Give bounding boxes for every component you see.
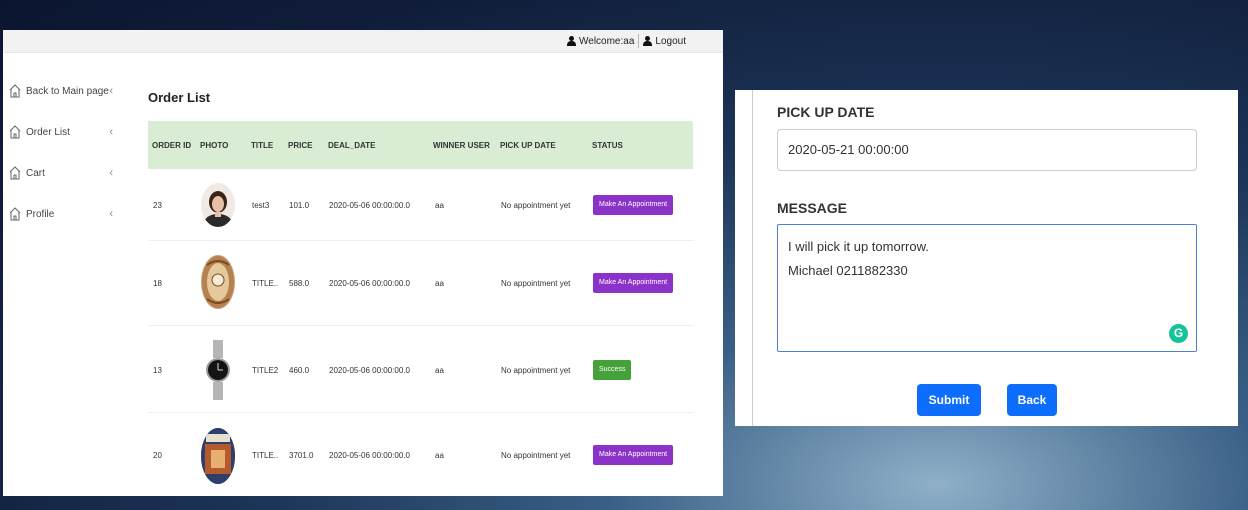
home-icon <box>9 125 21 139</box>
order-id: 23 <box>153 201 162 210</box>
grammarly-icon[interactable]: G <box>1169 324 1188 343</box>
price: 3701.0 <box>289 451 314 460</box>
order-id: 18 <box>153 279 162 288</box>
message-text: I will pick it up tomorrow. Michael 0211… <box>788 239 929 278</box>
winner-user: aa <box>435 279 444 288</box>
product-photo <box>201 428 235 484</box>
column-header: WINNER USER <box>433 141 490 150</box>
divider <box>752 90 753 426</box>
sidebar-item-label: Profile <box>26 208 55 220</box>
sidebar-item-order-list[interactable]: Order List ‹ <box>9 123 113 141</box>
column-header: TITLE <box>251 141 274 150</box>
chevron-left-icon: ‹ <box>109 126 113 138</box>
order-id: 20 <box>153 451 162 460</box>
price: 101.0 <box>289 201 310 210</box>
user-icon <box>643 36 653 46</box>
table-row: 20 TITLE.. 3701.0 2020-05-06 00:00:00.0 … <box>148 413 693 496</box>
welcome-text: Welcome:aa <box>579 35 635 47</box>
column-header: ORDER ID <box>152 141 192 150</box>
message-textarea[interactable]: I will pick it up tomorrow. Michael 0211… <box>777 224 1197 352</box>
message-label: MESSAGE <box>777 200 848 216</box>
sidebar-item-cart[interactable]: Cart ‹ <box>9 164 113 182</box>
deal-date: 2020-05-06 00:00:00.0 <box>329 201 410 210</box>
table-row: 13 TITLE2 460.0 2020-05-06 00:00:00.0 aa… <box>148 326 693 413</box>
back-button[interactable]: Back <box>1007 384 1057 416</box>
home-icon <box>9 84 21 98</box>
column-header: PHOTO <box>200 141 229 150</box>
deal-date: 2020-05-06 00:00:00.0 <box>329 451 410 460</box>
column-header: DEAL_DATE <box>328 141 376 150</box>
sidebar-item-label: Cart <box>26 167 45 179</box>
deal-date: 2020-05-06 00:00:00.0 <box>329 279 410 288</box>
table-header: ORDER ID PHOTO TITLE PRICE DEAL_DATE WIN… <box>148 121 693 169</box>
sidebar-item-back-to-main[interactable]: Back to Main page ‹ <box>9 82 113 100</box>
product-photo <box>204 340 232 400</box>
make-appointment-button[interactable]: Make An Appointment <box>593 195 674 215</box>
logout-text: Logout <box>655 35 686 47</box>
page-title: Order List <box>148 90 211 105</box>
order-list-window: Welcome:aa Logout Back to Main page ‹ Or… <box>3 30 723 496</box>
chevron-left-icon: ‹ <box>109 167 113 179</box>
home-icon <box>9 166 21 180</box>
column-header: STATUS <box>592 141 623 150</box>
sidebar-item-label: Back to Main page <box>26 85 109 97</box>
pickup-date: No appointment yet <box>501 201 571 210</box>
price: 460.0 <box>289 366 310 375</box>
submit-button[interactable]: Submit <box>917 384 981 416</box>
pickup-date: No appointment yet <box>501 279 571 288</box>
order-id: 13 <box>153 366 162 375</box>
price: 588.0 <box>289 279 310 288</box>
pickup-date-input[interactable]: 2020-05-21 00:00:00 <box>777 129 1197 171</box>
column-header: PICK UP DATE <box>500 141 556 150</box>
winner-user: aa <box>435 451 444 460</box>
column-header: PRICE <box>288 141 313 150</box>
table-row: 18 TITLE.. 588.0 2020-05-06 00:00:00.0 a… <box>148 241 693 326</box>
product-title: TITLE.. <box>252 279 279 288</box>
make-appointment-button[interactable]: Make An Appointment <box>593 273 674 293</box>
make-appointment-button[interactable]: Make An Appointment <box>593 445 674 465</box>
sidebar-item-label: Order List <box>26 126 70 138</box>
user-icon <box>567 36 576 46</box>
product-photo <box>201 183 235 227</box>
success-status-badge[interactable]: Success <box>593 360 632 380</box>
product-photo <box>201 255 235 309</box>
top-bar: Welcome:aa Logout <box>3 30 723 53</box>
product-title: test3 <box>252 201 270 210</box>
winner-user: aa <box>435 366 444 375</box>
divider <box>638 34 640 48</box>
product-title: TITLE2 <box>252 366 279 375</box>
winner-user: aa <box>435 201 444 210</box>
appointment-form-window: PICK UP DATE 2020-05-21 00:00:00 MESSAGE… <box>735 90 1238 426</box>
chevron-left-icon: ‹ <box>109 208 113 220</box>
logout-link[interactable]: Logout <box>643 36 686 47</box>
pickup-date: No appointment yet <box>501 366 571 375</box>
pickup-date-label: PICK UP DATE <box>777 104 875 120</box>
table-row: 23 test3 101.0 2020-05-06 00:00:00.0 aa … <box>148 169 693 241</box>
chevron-left-icon: ‹ <box>109 85 113 97</box>
welcome-link[interactable]: Welcome:aa <box>567 36 634 47</box>
deal-date: 2020-05-06 00:00:00.0 <box>329 366 410 375</box>
home-icon <box>9 207 21 221</box>
sidebar-item-profile[interactable]: Profile ‹ <box>9 205 113 223</box>
pickup-date: No appointment yet <box>501 451 571 460</box>
product-title: TITLE.. <box>252 451 279 460</box>
